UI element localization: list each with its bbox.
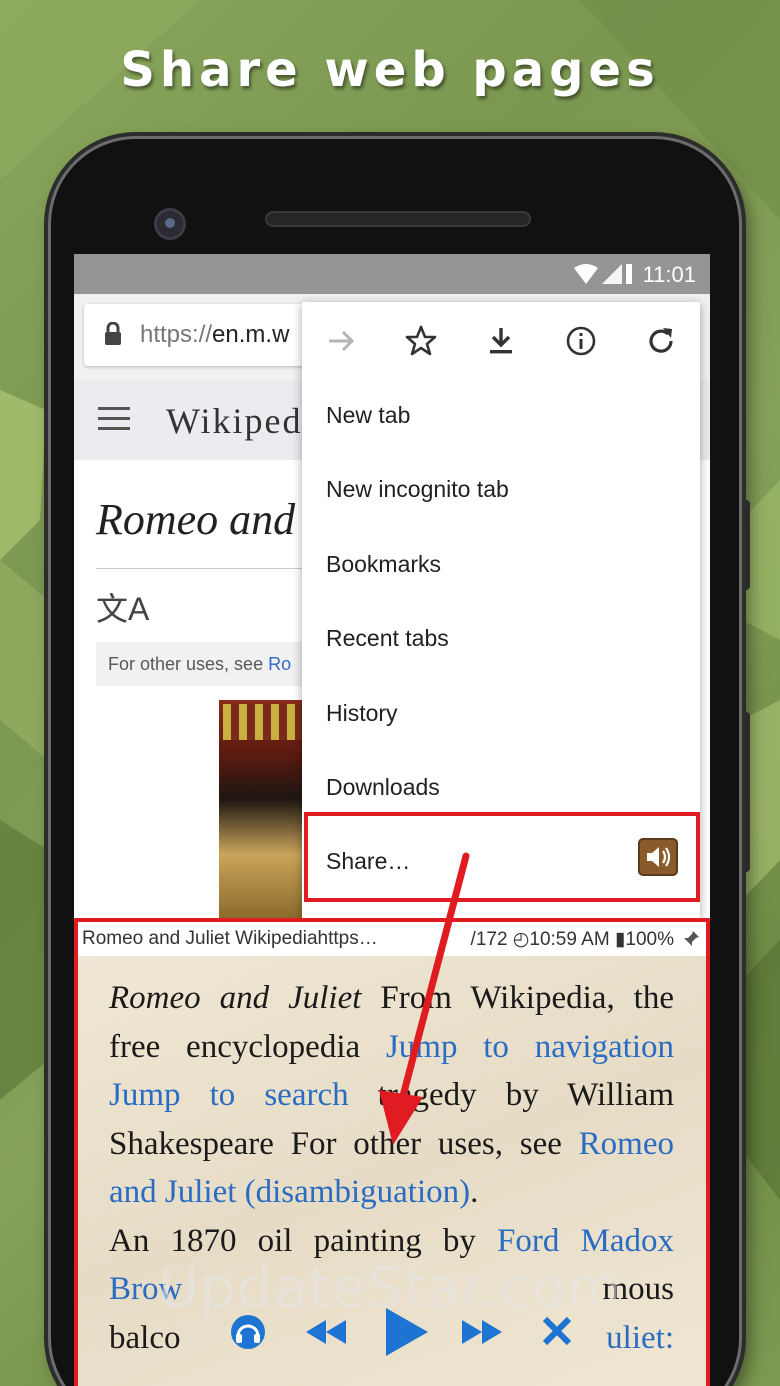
phone-screen: 11:01 https://en.m.w Wikiped Romeo and 文…	[74, 254, 710, 1386]
reader-link-juliet[interactable]: uliet:	[606, 1314, 674, 1363]
menu-item-history[interactable]: History	[326, 700, 398, 727]
reader-status-title: Romeo and Juliet Wikipediahttps…	[82, 928, 378, 949]
download-icon[interactable]	[484, 324, 518, 358]
audiobook-app-icon[interactable]	[638, 838, 678, 876]
status-icons	[572, 262, 632, 291]
refresh-icon[interactable]	[644, 324, 678, 358]
language-icon[interactable]: 文A	[96, 584, 149, 630]
reader-text-segment: balco	[109, 1319, 181, 1356]
url-prefix: https://	[140, 321, 213, 348]
power-button	[742, 712, 750, 872]
reader-text-segment: mous	[602, 1271, 674, 1307]
menu-item-new-incognito-tab[interactable]: New incognito tab	[326, 476, 509, 503]
share-highlight-box[interactable]	[304, 812, 700, 902]
reader-status-info: /172 ◴10:59 AM ▮100%	[470, 929, 674, 950]
hatnote-link[interactable]: Ro	[268, 654, 291, 674]
earpiece-speaker	[265, 211, 531, 227]
headline: Share web pages	[120, 42, 660, 98]
status-bar: 11:01	[74, 254, 710, 294]
menu-item-new-tab[interactable]: New tab	[326, 402, 410, 429]
article-title: Romeo and	[96, 495, 296, 544]
fast-forward-icon[interactable]	[460, 1316, 504, 1348]
menu-item-bookmarks[interactable]: Bookmarks	[326, 551, 441, 578]
url-host: en.m.w	[212, 321, 290, 348]
info-icon[interactable]	[564, 324, 598, 358]
volume-button	[742, 500, 750, 590]
lock-icon	[105, 322, 121, 345]
rewind-icon[interactable]	[304, 1316, 348, 1348]
wifi-signal-battery-icon	[574, 264, 632, 284]
reader-text-segment: An 1870 oil painting by	[109, 1222, 498, 1259]
pin-icon[interactable]	[682, 930, 700, 948]
menu-toolbar	[302, 302, 700, 382]
menu-item-recent-tabs[interactable]: Recent tabs	[326, 625, 449, 652]
hatnote-text: For other uses, see	[108, 654, 269, 674]
reader-text-title: Romeo and Juliet	[109, 980, 362, 1016]
menu-item-downloads[interactable]: Downloads	[326, 774, 440, 801]
audio-player-controls	[228, 1306, 588, 1370]
article-painting-image	[219, 700, 309, 920]
hamburger-menu-icon[interactable]	[98, 407, 130, 431]
status-time: 11:01	[642, 262, 696, 287]
reader-text-segment: .	[470, 1174, 479, 1210]
forward-arrow-icon[interactable]	[324, 324, 358, 358]
reader-page: Romeo and Juliet From Wikipedia, the fre…	[78, 956, 706, 1386]
front-camera	[154, 208, 186, 240]
close-icon[interactable]	[540, 1314, 574, 1348]
play-icon[interactable]	[380, 1304, 432, 1360]
url-text: https://en.m.w	[140, 321, 289, 349]
reader-highlight-box: Romeo and Juliet Wikipediahttps… /172 ◴1…	[74, 918, 710, 1386]
star-icon[interactable]	[404, 324, 438, 358]
wikipedia-wordmark: Wikiped	[166, 401, 303, 441]
speaker-icon	[647, 847, 671, 867]
reader-status-bar: Romeo and Juliet Wikipediahttps… /172 ◴1…	[78, 922, 706, 956]
headphones-icon[interactable]	[228, 1312, 268, 1352]
